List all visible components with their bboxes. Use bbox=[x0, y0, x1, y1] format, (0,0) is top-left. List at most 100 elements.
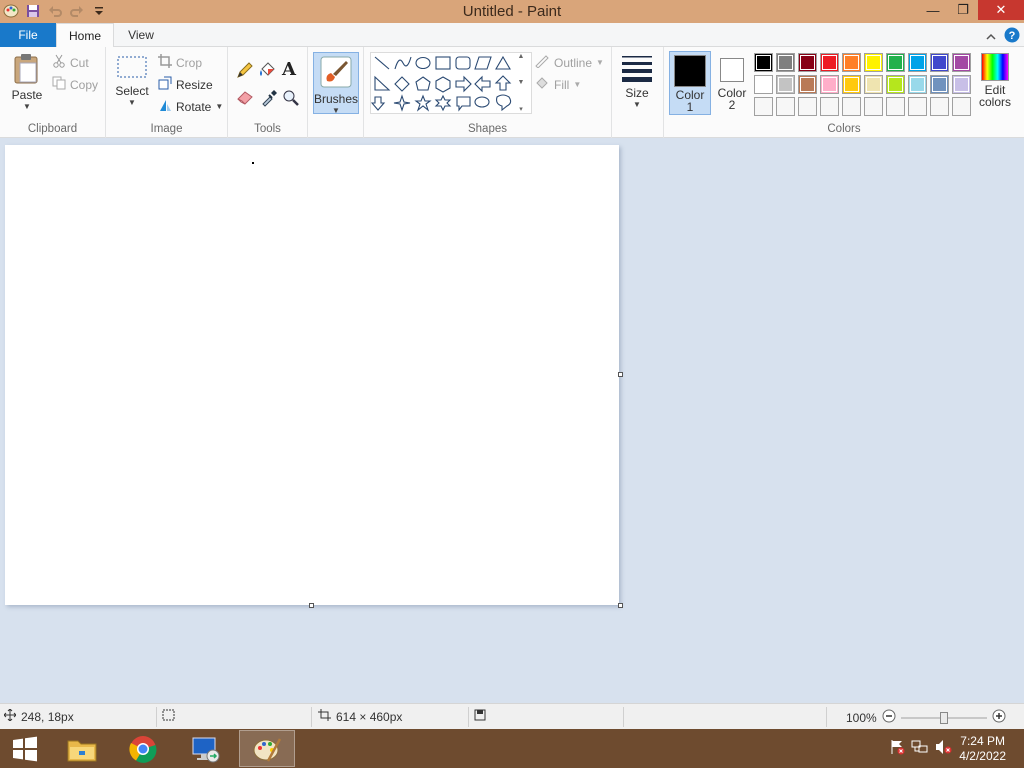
resize-button[interactable]: Resize bbox=[158, 76, 213, 93]
palette-color-swatch[interactable] bbox=[864, 75, 883, 94]
outline-button[interactable]: Outline ▼ bbox=[534, 54, 604, 71]
palette-color-swatch[interactable] bbox=[930, 75, 949, 94]
palette-custom-slot[interactable] bbox=[776, 97, 795, 116]
shapes-expand-icon[interactable]: ▾ bbox=[519, 105, 523, 113]
colors-group-label: Colors bbox=[827, 123, 861, 135]
crop-label: Crop bbox=[176, 55, 203, 70]
palette-color-swatch[interactable] bbox=[886, 53, 905, 72]
network-icon[interactable] bbox=[911, 739, 929, 758]
palette-color-swatch[interactable] bbox=[798, 75, 817, 94]
shapes-scroll[interactable]: ▲ ▼ ▾ bbox=[514, 53, 528, 113]
eraser-tool[interactable] bbox=[236, 89, 254, 108]
palette-color-swatch[interactable] bbox=[908, 53, 927, 72]
tab-file[interactable]: File bbox=[0, 23, 56, 47]
palette-color-swatch[interactable] bbox=[776, 75, 795, 94]
collapse-ribbon-icon[interactable] bbox=[986, 30, 996, 44]
palette-color-swatch[interactable] bbox=[776, 53, 795, 72]
zoom-out-button[interactable] bbox=[882, 709, 896, 726]
start-button[interactable] bbox=[0, 730, 50, 767]
rotate-label: Rotate bbox=[176, 99, 212, 114]
edit-colors-button[interactable]: Edit colors bbox=[975, 53, 1015, 108]
palette-color-swatch[interactable] bbox=[842, 75, 861, 94]
palette-color-swatch[interactable] bbox=[754, 75, 773, 94]
folder-icon bbox=[67, 740, 97, 761]
fill-label: Fill bbox=[554, 77, 570, 92]
palette-custom-slot[interactable] bbox=[886, 97, 905, 116]
chrome-icon bbox=[129, 735, 157, 763]
clock[interactable]: 7:24 PM 4/2/2022 bbox=[959, 734, 1006, 764]
color2-swatch bbox=[720, 58, 744, 82]
palette-color-swatch[interactable] bbox=[754, 53, 773, 72]
color2-button[interactable]: Color 2 bbox=[713, 51, 751, 115]
magnifier-tool[interactable] bbox=[282, 89, 300, 110]
palette-custom-slot[interactable] bbox=[864, 97, 883, 116]
shapes-gallery bbox=[370, 52, 532, 114]
cursor-position-icon bbox=[3, 708, 17, 724]
taskbar-chrome[interactable] bbox=[115, 730, 171, 767]
palette-custom-slot[interactable] bbox=[754, 97, 773, 116]
shapes-scroll-down-icon[interactable]: ▼ bbox=[518, 79, 525, 86]
minimize-button[interactable]: — bbox=[918, 0, 948, 20]
help-icon[interactable]: ? bbox=[1004, 27, 1020, 46]
zoom-slider[interactable] bbox=[900, 711, 987, 725]
pencil-tool[interactable] bbox=[236, 61, 254, 82]
rotate-button[interactable]: Rotate ▼ bbox=[158, 98, 223, 115]
restore-button[interactable]: ❐ bbox=[948, 0, 978, 20]
scissors-icon bbox=[52, 54, 66, 71]
palette-color-swatch[interactable] bbox=[820, 75, 839, 94]
select-button[interactable]: Select ▼ bbox=[114, 55, 150, 107]
canvas-resize-handle-corner[interactable] bbox=[618, 603, 623, 608]
paste-button[interactable]: Paste ▼ bbox=[8, 53, 46, 115]
shapes-gallery-grid[interactable] bbox=[370, 53, 531, 113]
taskbar-remote-desktop[interactable] bbox=[177, 730, 233, 767]
text-tool-icon[interactable]: A bbox=[282, 59, 296, 80]
palette-custom-slot[interactable] bbox=[952, 97, 971, 116]
color1-button[interactable]: Color 1 bbox=[669, 51, 711, 115]
brushes-button[interactable]: Brushes ▼ bbox=[313, 52, 359, 115]
tab-home[interactable]: Home bbox=[56, 23, 114, 48]
select-dropdown-icon: ▼ bbox=[128, 98, 136, 107]
shapes-scroll-up-icon[interactable]: ▲ bbox=[518, 53, 525, 60]
palette-custom-slot[interactable] bbox=[842, 97, 861, 116]
palette-color-swatch[interactable] bbox=[820, 53, 839, 72]
canvas-resize-handle-right[interactable] bbox=[618, 372, 623, 377]
edit-colors-label-2: colors bbox=[978, 95, 1011, 109]
volume-muted-icon[interactable] bbox=[935, 739, 953, 758]
palette-color-swatch[interactable] bbox=[842, 53, 861, 72]
action-center-icon[interactable] bbox=[889, 739, 905, 758]
palette-color-swatch[interactable] bbox=[930, 53, 949, 72]
shapes-group-label: Shapes bbox=[467, 123, 507, 135]
fill-button[interactable]: Fill ▼ bbox=[534, 76, 581, 93]
palette-custom-slot[interactable] bbox=[908, 97, 927, 116]
fill-tool[interactable] bbox=[258, 61, 276, 82]
crop-button[interactable]: Crop bbox=[158, 54, 202, 71]
tab-view[interactable]: View bbox=[114, 23, 168, 47]
canvas-workspace bbox=[0, 138, 1024, 703]
palette-custom-slot[interactable] bbox=[798, 97, 817, 116]
drawing-canvas[interactable] bbox=[5, 145, 619, 605]
palette-color-swatch[interactable] bbox=[798, 53, 817, 72]
palette-color-swatch[interactable] bbox=[864, 53, 883, 72]
taskbar-file-explorer[interactable] bbox=[54, 730, 110, 767]
colors-group: Color 1 Color 2 Edit colors Colors bbox=[664, 47, 1024, 138]
canvas-resize-handle-bottom[interactable] bbox=[309, 603, 314, 608]
resize-label: Resize bbox=[176, 77, 213, 92]
zoom-in-button[interactable] bbox=[992, 709, 1006, 726]
size-dropdown-icon: ▼ bbox=[633, 100, 641, 109]
palette-color-swatch[interactable] bbox=[886, 75, 905, 94]
line-width-icon bbox=[622, 56, 652, 82]
copy-button[interactable]: Copy bbox=[52, 76, 98, 93]
taskbar-paint[interactable] bbox=[239, 730, 295, 767]
palette-color-swatch[interactable] bbox=[952, 75, 971, 94]
color-picker-tool[interactable] bbox=[260, 89, 278, 110]
cut-button[interactable]: Cut bbox=[52, 54, 89, 71]
palette-custom-slot[interactable] bbox=[930, 97, 949, 116]
size-button[interactable]: Size ▼ bbox=[618, 53, 656, 109]
close-button[interactable]: ✕ bbox=[978, 0, 1024, 20]
title-bar: Untitled - Paint — ❐ ✕ bbox=[0, 0, 1024, 23]
palette-color-swatch[interactable] bbox=[952, 53, 971, 72]
palette-color-swatch[interactable] bbox=[908, 75, 927, 94]
clock-time: 7:24 PM bbox=[960, 733, 1005, 748]
palette-custom-slot[interactable] bbox=[820, 97, 839, 116]
zoom-slider-thumb[interactable] bbox=[939, 711, 948, 724]
